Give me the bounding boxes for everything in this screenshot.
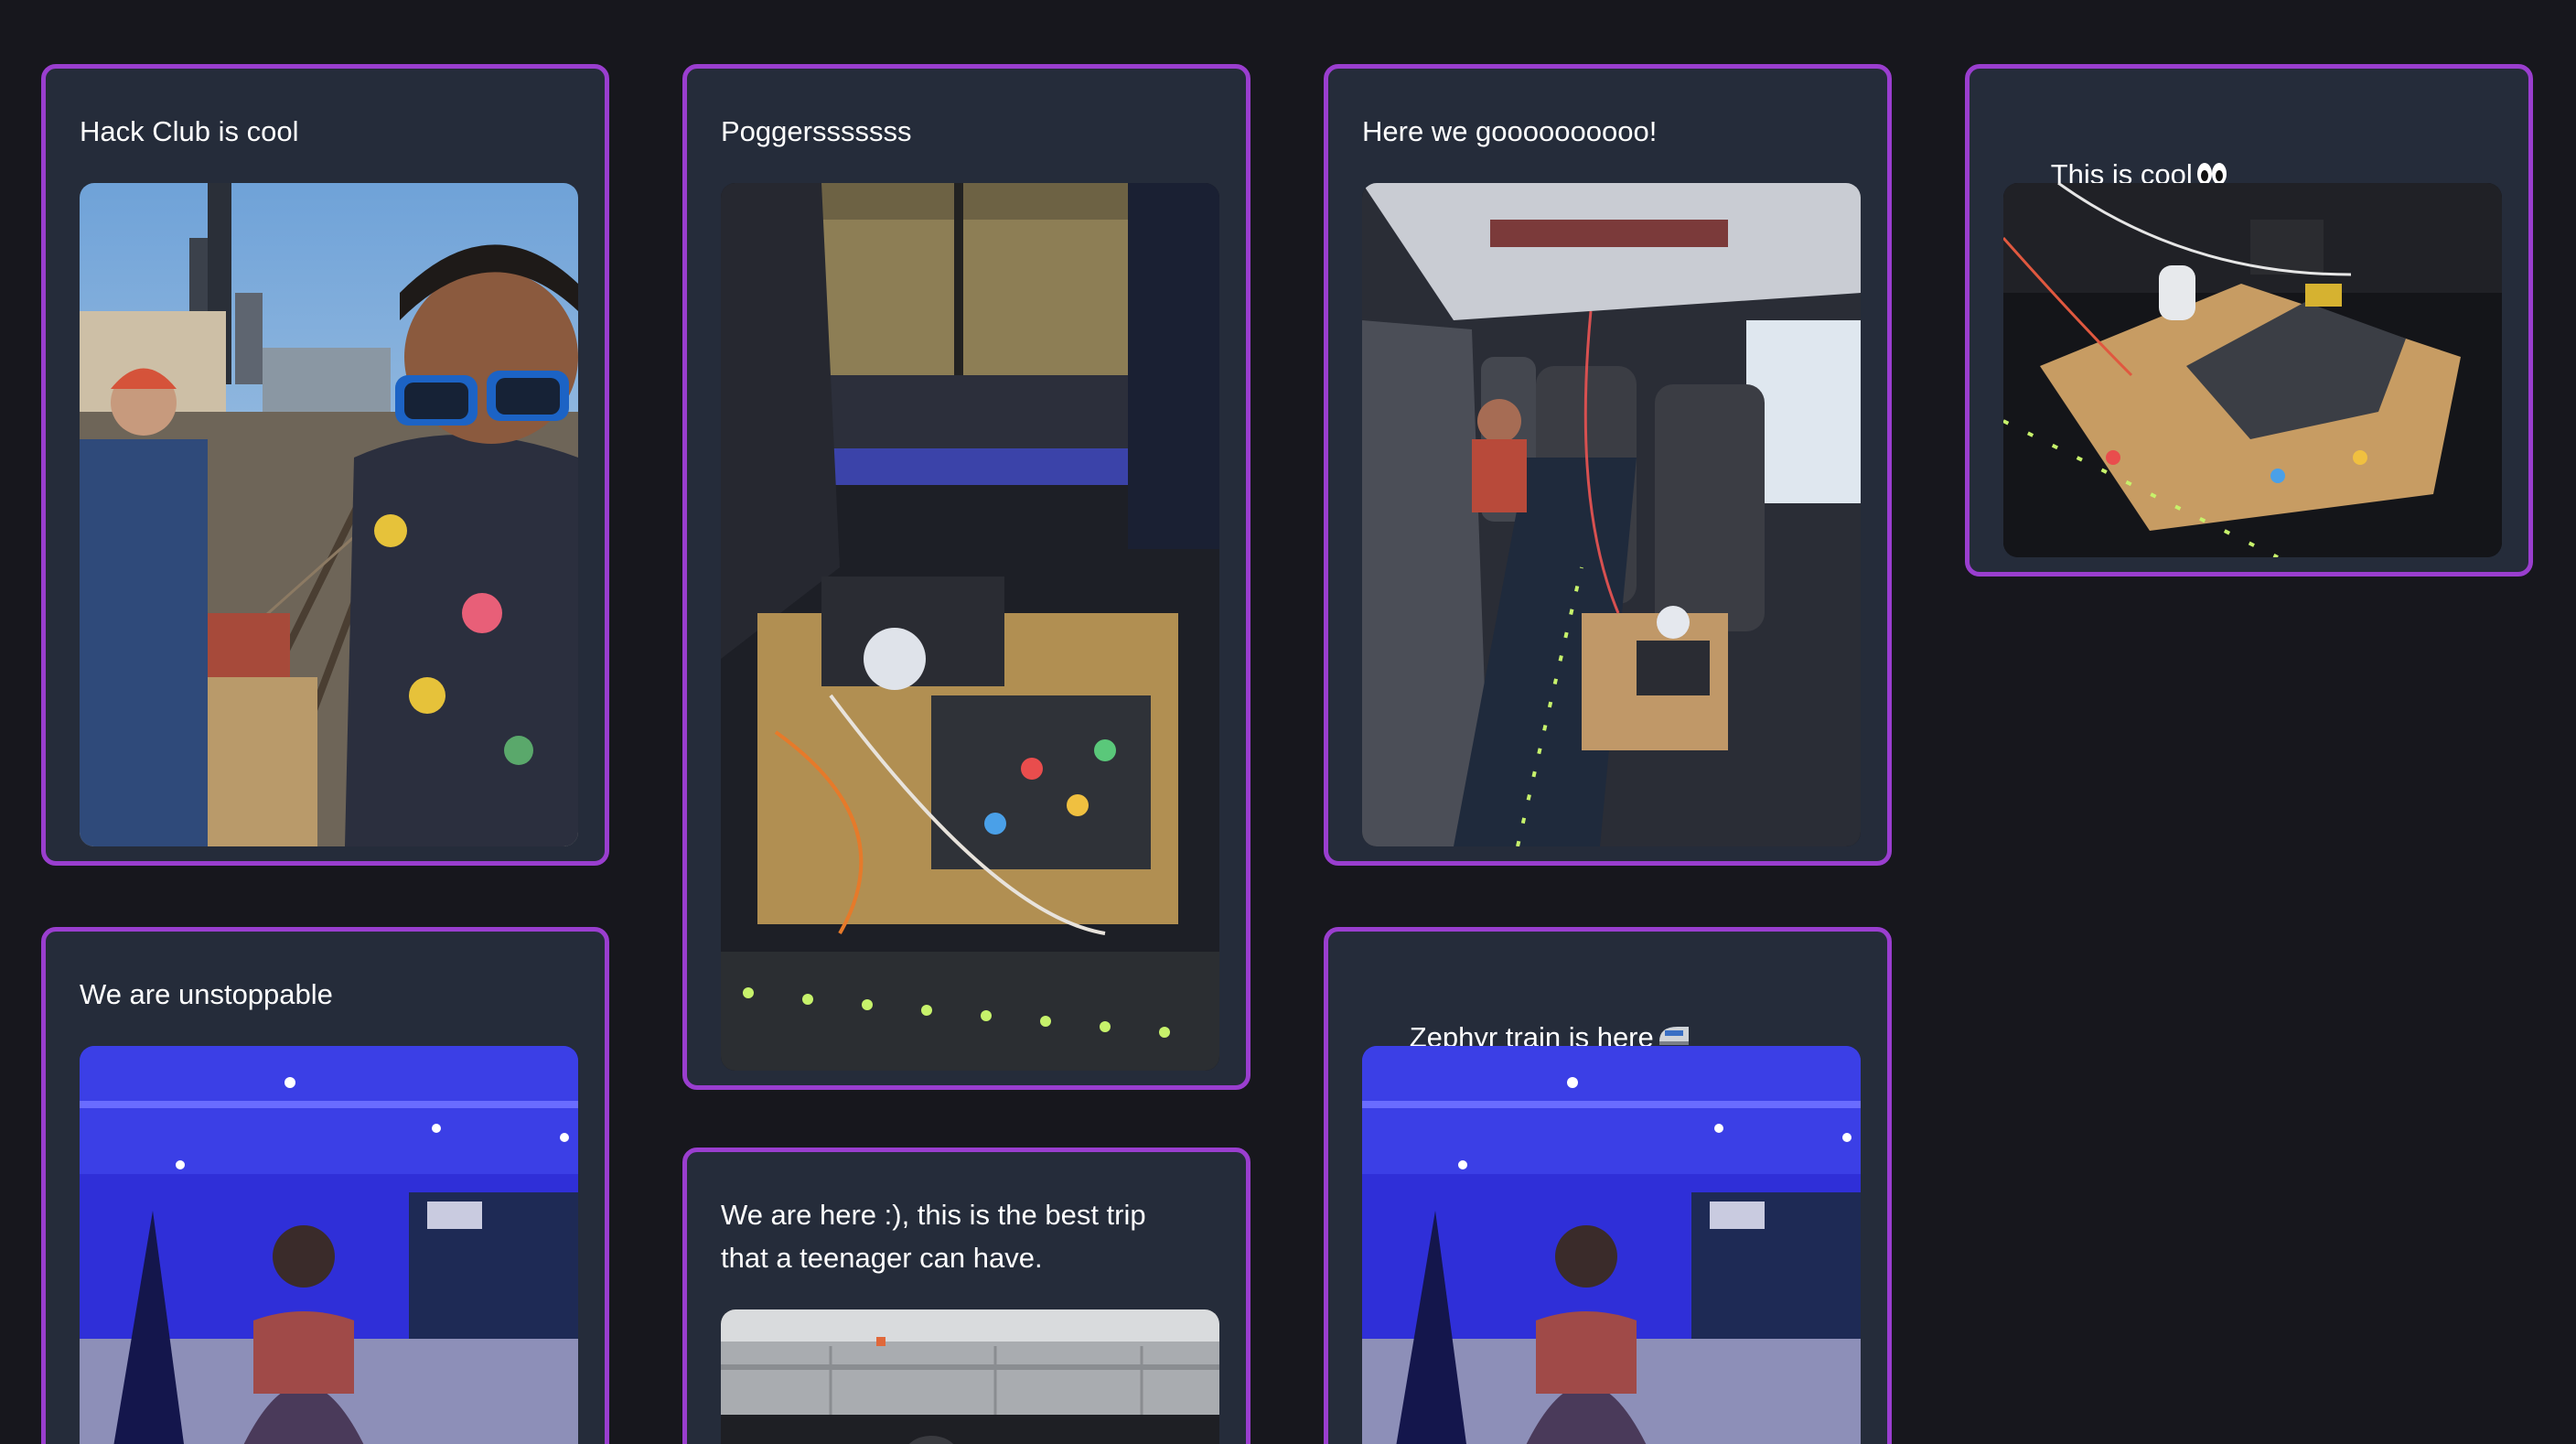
post-photo[interactable] [2003,183,2502,557]
post-caption: Poggersssssss [721,115,912,147]
post-card[interactable]: We are here :), this is the best trip th… [682,1148,1250,1444]
photo-grid: Hack Club is cool Poggersssssss Here we … [0,0,2576,1444]
blue-room-image [80,1046,578,1444]
post-card[interactable]: Poggersssssss [682,64,1250,1090]
post-photo[interactable] [1362,183,1861,846]
laptop-box-image [2003,183,2502,557]
post-photo[interactable] [1362,1046,1861,1444]
selfie-image [80,183,578,846]
post-photo[interactable] [80,183,578,846]
post-caption: We are unstoppable [80,978,333,1010]
post-caption: We are here :), this is the best trip th… [721,1199,1146,1274]
post-photo[interactable] [80,1046,578,1444]
post-card[interactable]: We are unstoppable [41,927,609,1444]
post-card[interactable]: Here we goooooooooo! [1324,64,1892,866]
post-photo[interactable] [721,1309,1219,1444]
post-caption: Here we goooooooooo! [1362,115,1658,147]
train-setup-image [721,183,1219,1071]
post-photo[interactable] [721,183,1219,1071]
train-exterior-image [721,1309,1219,1444]
post-card[interactable]: This is cool [1965,64,2533,577]
train-aisle-image [1362,183,1861,846]
post-caption: Hack Club is cool [80,115,299,147]
post-card[interactable]: Hack Club is cool [41,64,609,866]
post-card[interactable]: Zephyr train is here [1324,927,1892,1444]
blue-room-image [1362,1046,1861,1444]
